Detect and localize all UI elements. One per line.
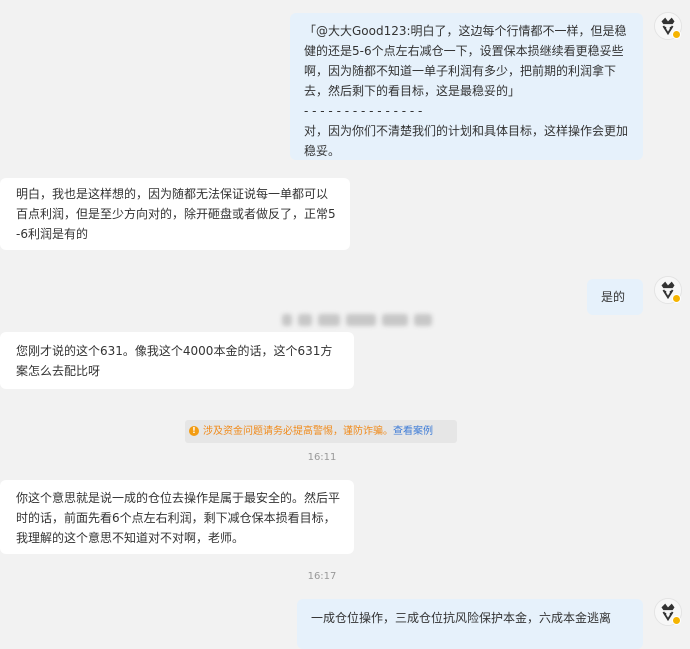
message-bubble-outgoing[interactable]: 是的 [587, 279, 643, 315]
message-bubble-outgoing[interactable]: 「@大大Good123:明白了，这边每个行情都不一样，但是稳健的还是5-6个点左… [290, 13, 643, 160]
message-bubble-outgoing[interactable]: 一成仓位操作，三成仓位抗风险保护本金，六成本金逃离 [297, 599, 643, 649]
verified-badge-icon [672, 30, 681, 39]
message-bubble-incoming[interactable]: 你这个意思就是说一成的仓位去操作是属于最安全的。然后平时的话，前面先看6个点左右… [0, 480, 354, 554]
message-bubble-incoming[interactable]: 您刚才说的这个631。像我这个4000本金的话，这个631方案怎么去配比呀 [0, 332, 354, 389]
verified-badge-icon [672, 294, 681, 303]
view-cases-link[interactable]: 查看案例 [393, 426, 433, 437]
security-notice: ! 涉及资金问题请务必提高警惕，谨防诈骗。查看案例 [185, 420, 457, 443]
verified-badge-icon [672, 616, 681, 625]
timestamp: 16:11 [307, 452, 337, 463]
notice-text: 涉及资金问题请务必提高警惕，谨防诈骗。 [203, 426, 393, 437]
timestamp: 16:17 [307, 571, 337, 582]
warning-icon: ! [189, 426, 199, 436]
redacted-content [282, 313, 432, 327]
message-bubble-incoming[interactable]: 明白，我也是这样想的，因为随都无法保证说每一单都可以百点利润，但是至少方向对的，… [0, 178, 350, 250]
